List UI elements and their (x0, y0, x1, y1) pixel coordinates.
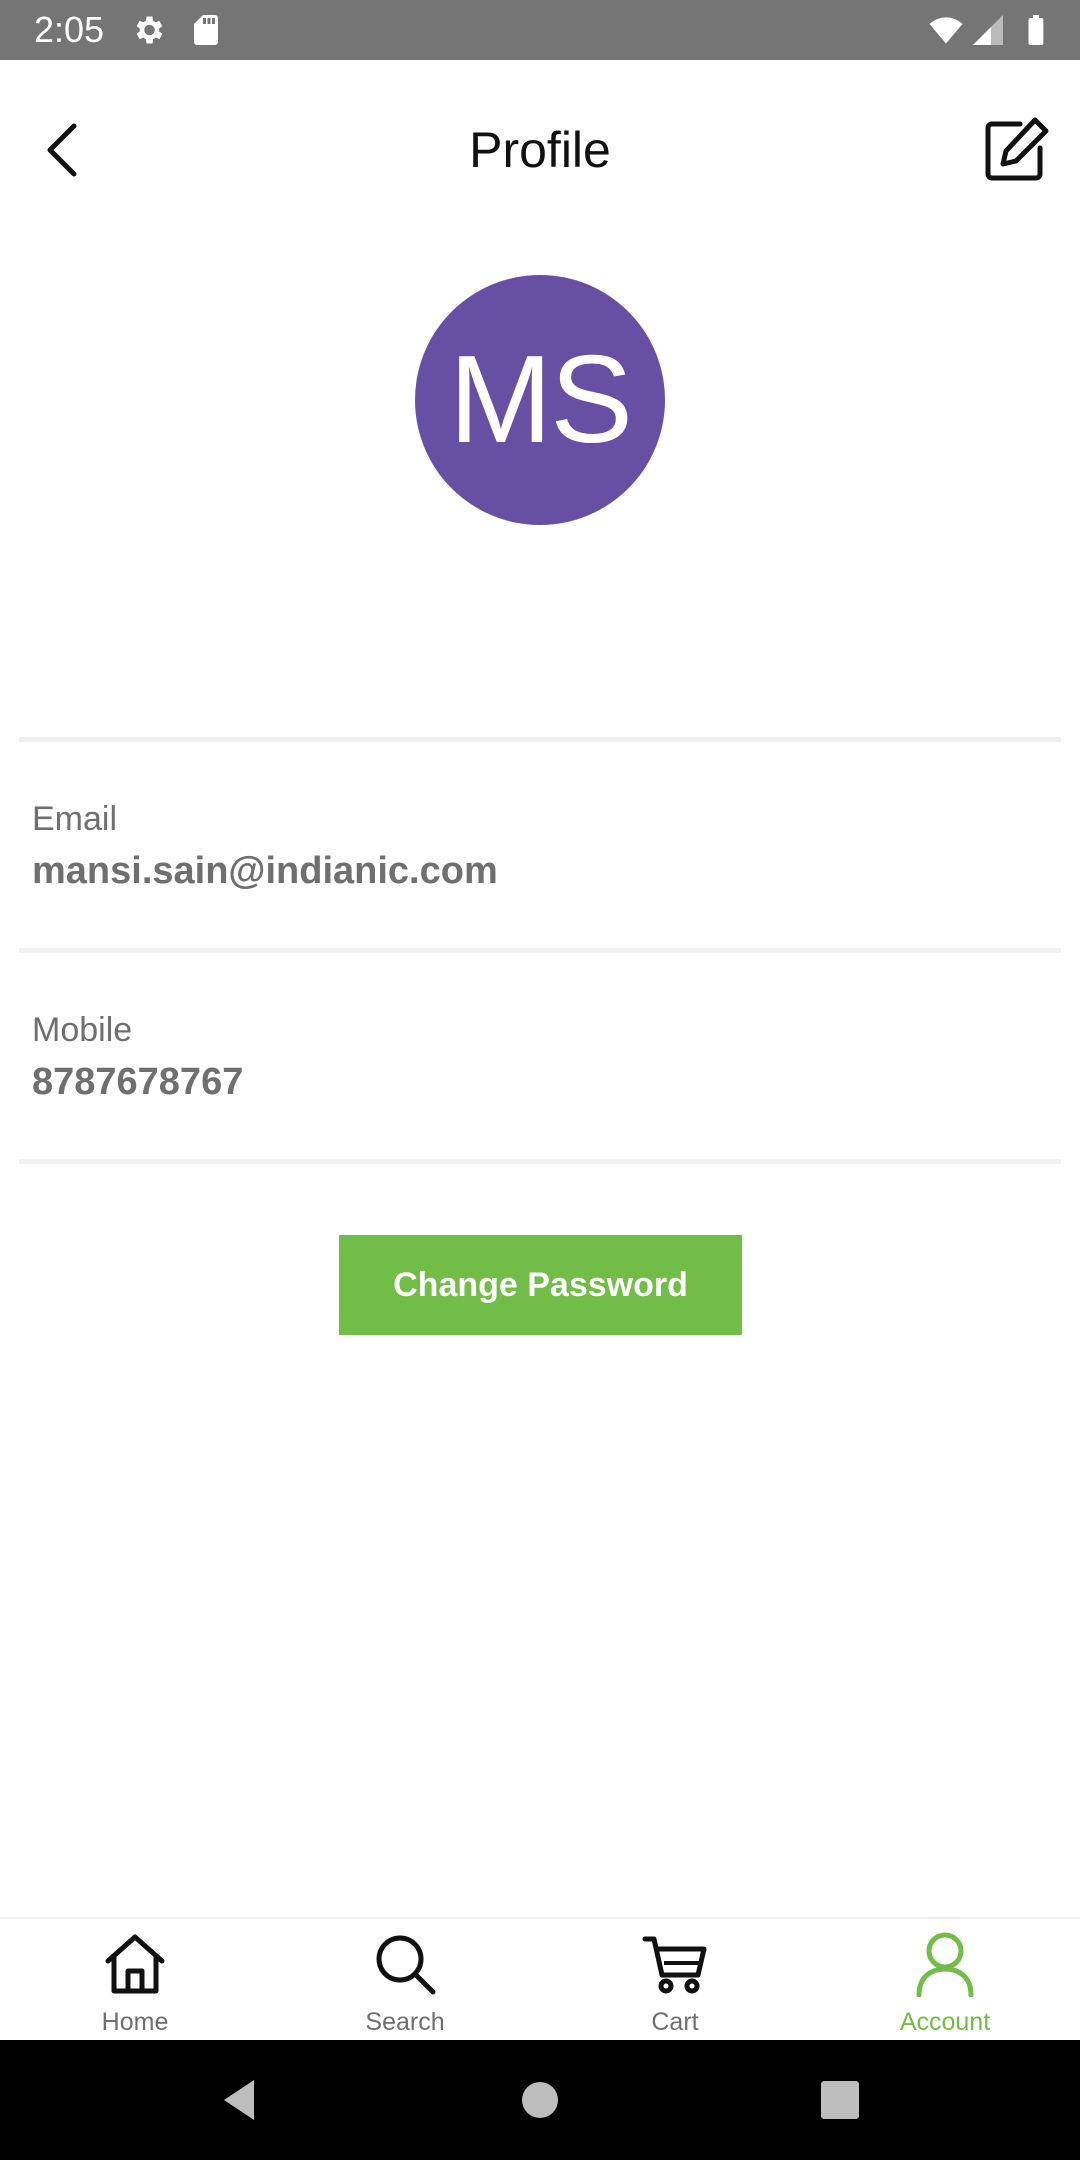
avatar-initials: MS (449, 331, 633, 469)
account-icon (916, 1932, 974, 1997)
nav-label-home: Home (101, 2008, 169, 2036)
system-nav-bar (0, 2040, 1080, 2160)
signal-icon (970, 12, 1006, 48)
wifi-icon (928, 12, 964, 48)
nav-item-search[interactable]: Search (270, 1919, 540, 2040)
status-time: 2:05 (34, 9, 105, 50)
system-home-button[interactable] (510, 2070, 570, 2130)
mobile-label: Mobile (32, 1011, 133, 1049)
divider (19, 1159, 1061, 1164)
edit-icon (985, 117, 1049, 181)
divider (19, 948, 1061, 953)
nav-item-cart[interactable]: Cart (540, 1919, 810, 2040)
mobile-value: 8787678767 (32, 1061, 244, 1103)
home-icon (105, 1934, 165, 1994)
app-bar: Profile (0, 60, 1080, 236)
search-icon (376, 1935, 436, 1995)
bottom-nav: Home Search Cart Account (0, 1917, 1080, 2040)
page-title: Profile (469, 122, 611, 178)
nav-label-account: Account (899, 2008, 991, 2036)
recents-square-icon (821, 2081, 859, 2119)
change-password-button[interactable]: Change Password (339, 1235, 742, 1335)
nav-label-search: Search (365, 2008, 445, 2036)
cart-icon (642, 1936, 707, 1994)
back-triangle-icon (224, 2080, 254, 2120)
settings-icon (130, 12, 166, 48)
home-circle-icon (522, 2082, 558, 2118)
system-back-button[interactable] (210, 2070, 270, 2130)
edit-profile-button[interactable] (980, 114, 1052, 186)
divider (19, 737, 1061, 742)
email-label: Email (32, 800, 118, 838)
nav-item-account[interactable]: Account (810, 1919, 1080, 2040)
nav-label-cart: Cart (651, 2008, 699, 2036)
system-recents-button[interactable] (810, 2070, 870, 2130)
battery-icon (1018, 12, 1054, 48)
email-value: mansi.sain@indianic.com (32, 850, 498, 892)
nav-item-home[interactable]: Home (0, 1919, 270, 2040)
sd-card-icon (188, 12, 224, 48)
status-bar: 2:05 (0, 0, 1080, 60)
avatar: MS (415, 275, 665, 525)
